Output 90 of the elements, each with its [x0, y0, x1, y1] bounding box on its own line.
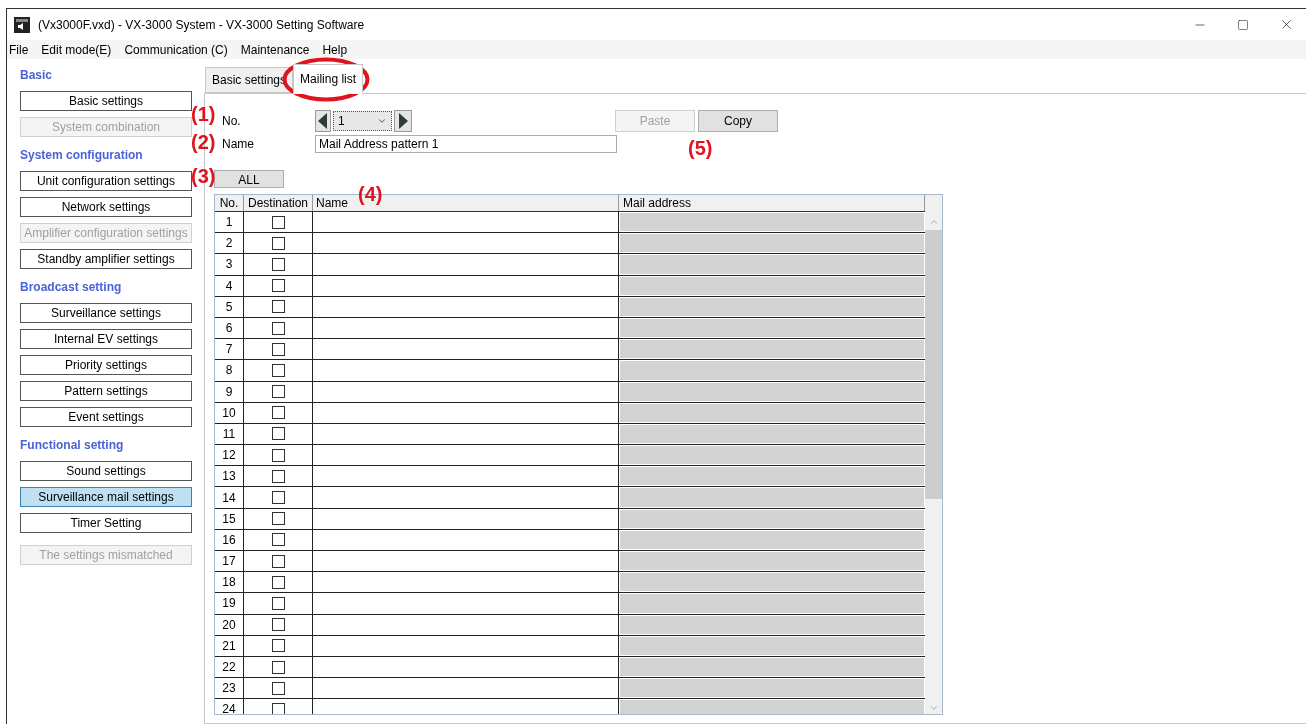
destination-checkbox[interactable]	[271, 427, 285, 441]
row-number: 21	[215, 635, 244, 656]
row-number: 2	[215, 233, 244, 254]
row-number: 15	[215, 508, 244, 529]
tab[interactable]: Mailing list	[293, 64, 364, 94]
destination-checkbox[interactable]	[271, 363, 285, 377]
destination-checkbox[interactable]	[271, 491, 285, 505]
section-heading: Functional setting	[20, 437, 125, 454]
all-button[interactable]: ALL	[214, 170, 284, 188]
scrollbar[interactable]	[925, 195, 942, 714]
column-header: Destination	[244, 195, 313, 211]
destination-checkbox[interactable]	[271, 321, 285, 335]
row-number: 10	[215, 402, 244, 423]
row-number: 6	[215, 317, 244, 339]
row-number: 18	[215, 572, 244, 593]
destination-checkbox[interactable]	[271, 342, 285, 356]
destination-checkbox[interactable]	[271, 639, 285, 653]
row-number: 8	[215, 360, 244, 381]
maximize-icon[interactable]	[1237, 18, 1249, 31]
column-header: No.	[215, 195, 244, 211]
callout-number: (5)	[688, 138, 713, 158]
row-number: 19	[215, 593, 244, 614]
destination-checkbox[interactable]	[271, 533, 285, 547]
no-label: No.	[221, 113, 242, 130]
row-number: 5	[215, 296, 244, 317]
row-number: 16	[215, 529, 244, 550]
row-number: 7	[215, 339, 244, 360]
sidebar-button[interactable]: Unit configuration settings	[20, 171, 192, 191]
number-dropdown[interactable]: 1	[333, 111, 392, 131]
sidebar-button[interactable]: Sound settings	[20, 461, 192, 481]
row-number: 13	[215, 466, 244, 487]
sidebar-button[interactable]: Network settings	[20, 197, 192, 217]
destination-checkbox[interactable]	[271, 385, 285, 399]
destination-checkbox[interactable]	[271, 702, 285, 714]
callout-number: (3)	[191, 166, 216, 186]
destination-checkbox[interactable]	[271, 448, 285, 462]
destination-checkbox[interactable]	[271, 575, 285, 589]
menu-item[interactable]: File	[9, 40, 29, 59]
row-number: 14	[215, 487, 244, 508]
row-number: 11	[215, 423, 244, 445]
menu-item[interactable]: Maintenance	[240, 40, 310, 59]
row-number: 23	[215, 678, 244, 699]
row-number: 24	[215, 699, 244, 714]
destination-checkbox[interactable]	[271, 596, 285, 610]
row-number: 12	[215, 445, 244, 466]
destination-checkbox[interactable]	[271, 279, 285, 293]
menu-item[interactable]: Help	[322, 40, 348, 59]
destination-checkbox[interactable]	[271, 554, 285, 568]
row-number: 17	[215, 551, 244, 572]
sidebar-button[interactable]: Surveillance mail settings	[20, 487, 192, 507]
destination-checkbox[interactable]	[271, 300, 285, 314]
menu-item[interactable]: Edit mode(E)	[41, 40, 112, 59]
close-icon[interactable]	[1279, 17, 1294, 32]
sidebar-button[interactable]: Priority settings	[20, 355, 192, 375]
row-number: 3	[215, 254, 244, 275]
destination-checkbox[interactable]	[271, 512, 285, 526]
destination-checkbox[interactable]	[271, 618, 285, 632]
destination-checkbox[interactable]	[271, 257, 285, 271]
callout-number: (1)	[191, 104, 216, 124]
menu-item[interactable]: Communication (C)	[124, 40, 228, 59]
row-number: 20	[215, 614, 244, 635]
name-input-field[interactable]: Mail Address pattern 1	[315, 135, 617, 153]
sidebar-button[interactable]: Pattern settings	[20, 381, 192, 401]
destination-checkbox[interactable]	[271, 215, 285, 229]
callout-number: (2)	[191, 132, 216, 152]
sidebar-button[interactable]: Timer Setting	[20, 513, 192, 533]
sidebar-button[interactable]: Internal EV settings	[20, 329, 192, 349]
copy-button[interactable]: Copy	[698, 110, 778, 132]
section-heading: Basic	[20, 67, 54, 84]
section-heading: Broadcast setting	[20, 279, 123, 296]
row-number: 1	[215, 212, 244, 233]
destination-checkbox[interactable]	[271, 469, 285, 483]
name-label: Name	[221, 136, 255, 153]
destination-checkbox[interactable]	[271, 681, 285, 695]
destination-checkbox[interactable]	[271, 660, 285, 674]
speaker-app-icon	[14, 16, 30, 33]
section-heading: System configuration	[20, 147, 144, 164]
chevron-down-icon	[377, 116, 387, 126]
sidebar-button[interactable]: Surveillance settings	[20, 303, 192, 323]
sidebar-button[interactable]: Standby amplifier settings	[20, 249, 192, 269]
row-number: 22	[215, 656, 244, 678]
window-title: (Vx3000F.vxd) - VX-3000 System - VX-3000 Setting Software	[38, 16, 365, 34]
scrollbar-thumb[interactable]	[925, 230, 942, 499]
destination-checkbox[interactable]	[271, 406, 285, 420]
row-number: 9	[215, 381, 244, 402]
callout-number: (4)	[358, 184, 383, 204]
destination-checkbox[interactable]	[271, 236, 285, 250]
sidebar-button[interactable]: Basic settings	[20, 91, 192, 111]
row-number: 4	[215, 275, 244, 296]
sidebar-button[interactable]: Event settings	[20, 407, 192, 427]
